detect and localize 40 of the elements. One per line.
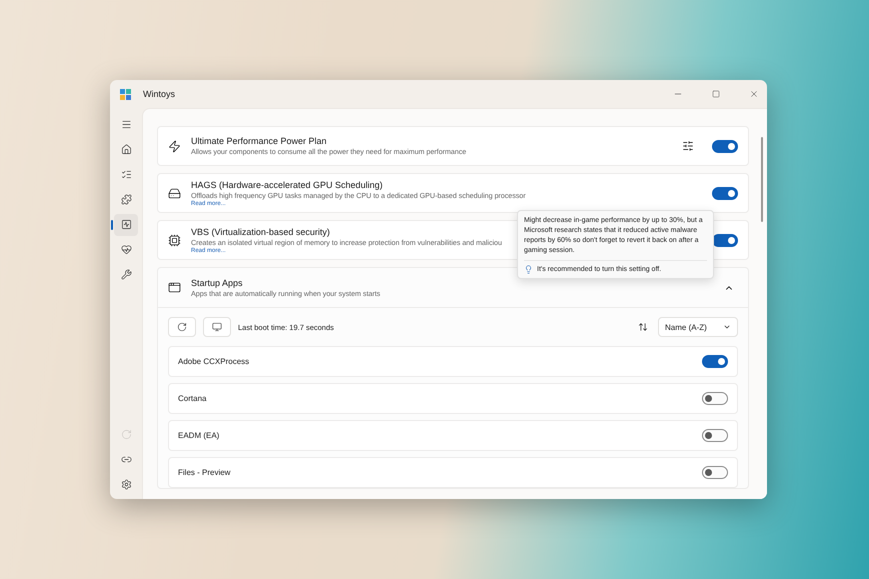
setting-title: Ultimate Performance Power Plan [191,136,327,146]
graphics-card-icon [168,186,181,200]
setting-title: HAGS (Hardware-accelerated GPU Scheduling) [191,180,383,190]
puzzle-icon [120,194,132,205]
app-logo-icon [120,88,131,100]
wrench-icon [120,269,132,280]
sliders-icon[interactable] [682,140,694,152]
toggle-switch[interactable] [702,429,728,442]
refresh-button[interactable] [168,317,196,337]
app-name: Files - Preview [178,468,230,477]
sidebar-item[interactable] [114,214,138,236]
chip-icon [168,234,181,246]
maximize-icon [712,90,720,98]
section-title: Startup Apps [191,278,243,288]
toggle-switch[interactable] [712,234,738,246]
scrollbar-thumb[interactable] [761,137,763,222]
toggle-switch[interactable] [702,392,728,405]
activity-icon [120,219,132,230]
menu-icon [120,119,132,130]
sort-icon [638,322,648,332]
toggle-switch[interactable] [712,140,738,152]
monitor-icon [212,322,222,332]
toggle-switch[interactable] [712,186,738,200]
sort-dropdown[interactable]: Name (A-Z) [658,317,738,337]
app-name: EADM (EA) [178,431,220,440]
add-startup-app-button[interactable] [203,317,231,337]
refresh-icon [177,322,187,332]
checklist-icon [120,169,132,180]
window-title: Wintoys [143,89,176,99]
app-window-icon [168,281,181,294]
chevron-down-icon [723,323,731,331]
close-icon [749,89,759,99]
app-name: Adobe CCXProcess [178,357,250,366]
heart-pulse-icon [120,244,132,255]
app-name: Cortana [178,394,206,403]
lightning-icon [168,140,181,152]
home-icon [120,144,132,155]
setting-title: VBS (Virtualization-based security) [191,226,330,236]
toggle-switch[interactable] [702,466,728,479]
toggle-switch[interactable] [702,355,728,368]
